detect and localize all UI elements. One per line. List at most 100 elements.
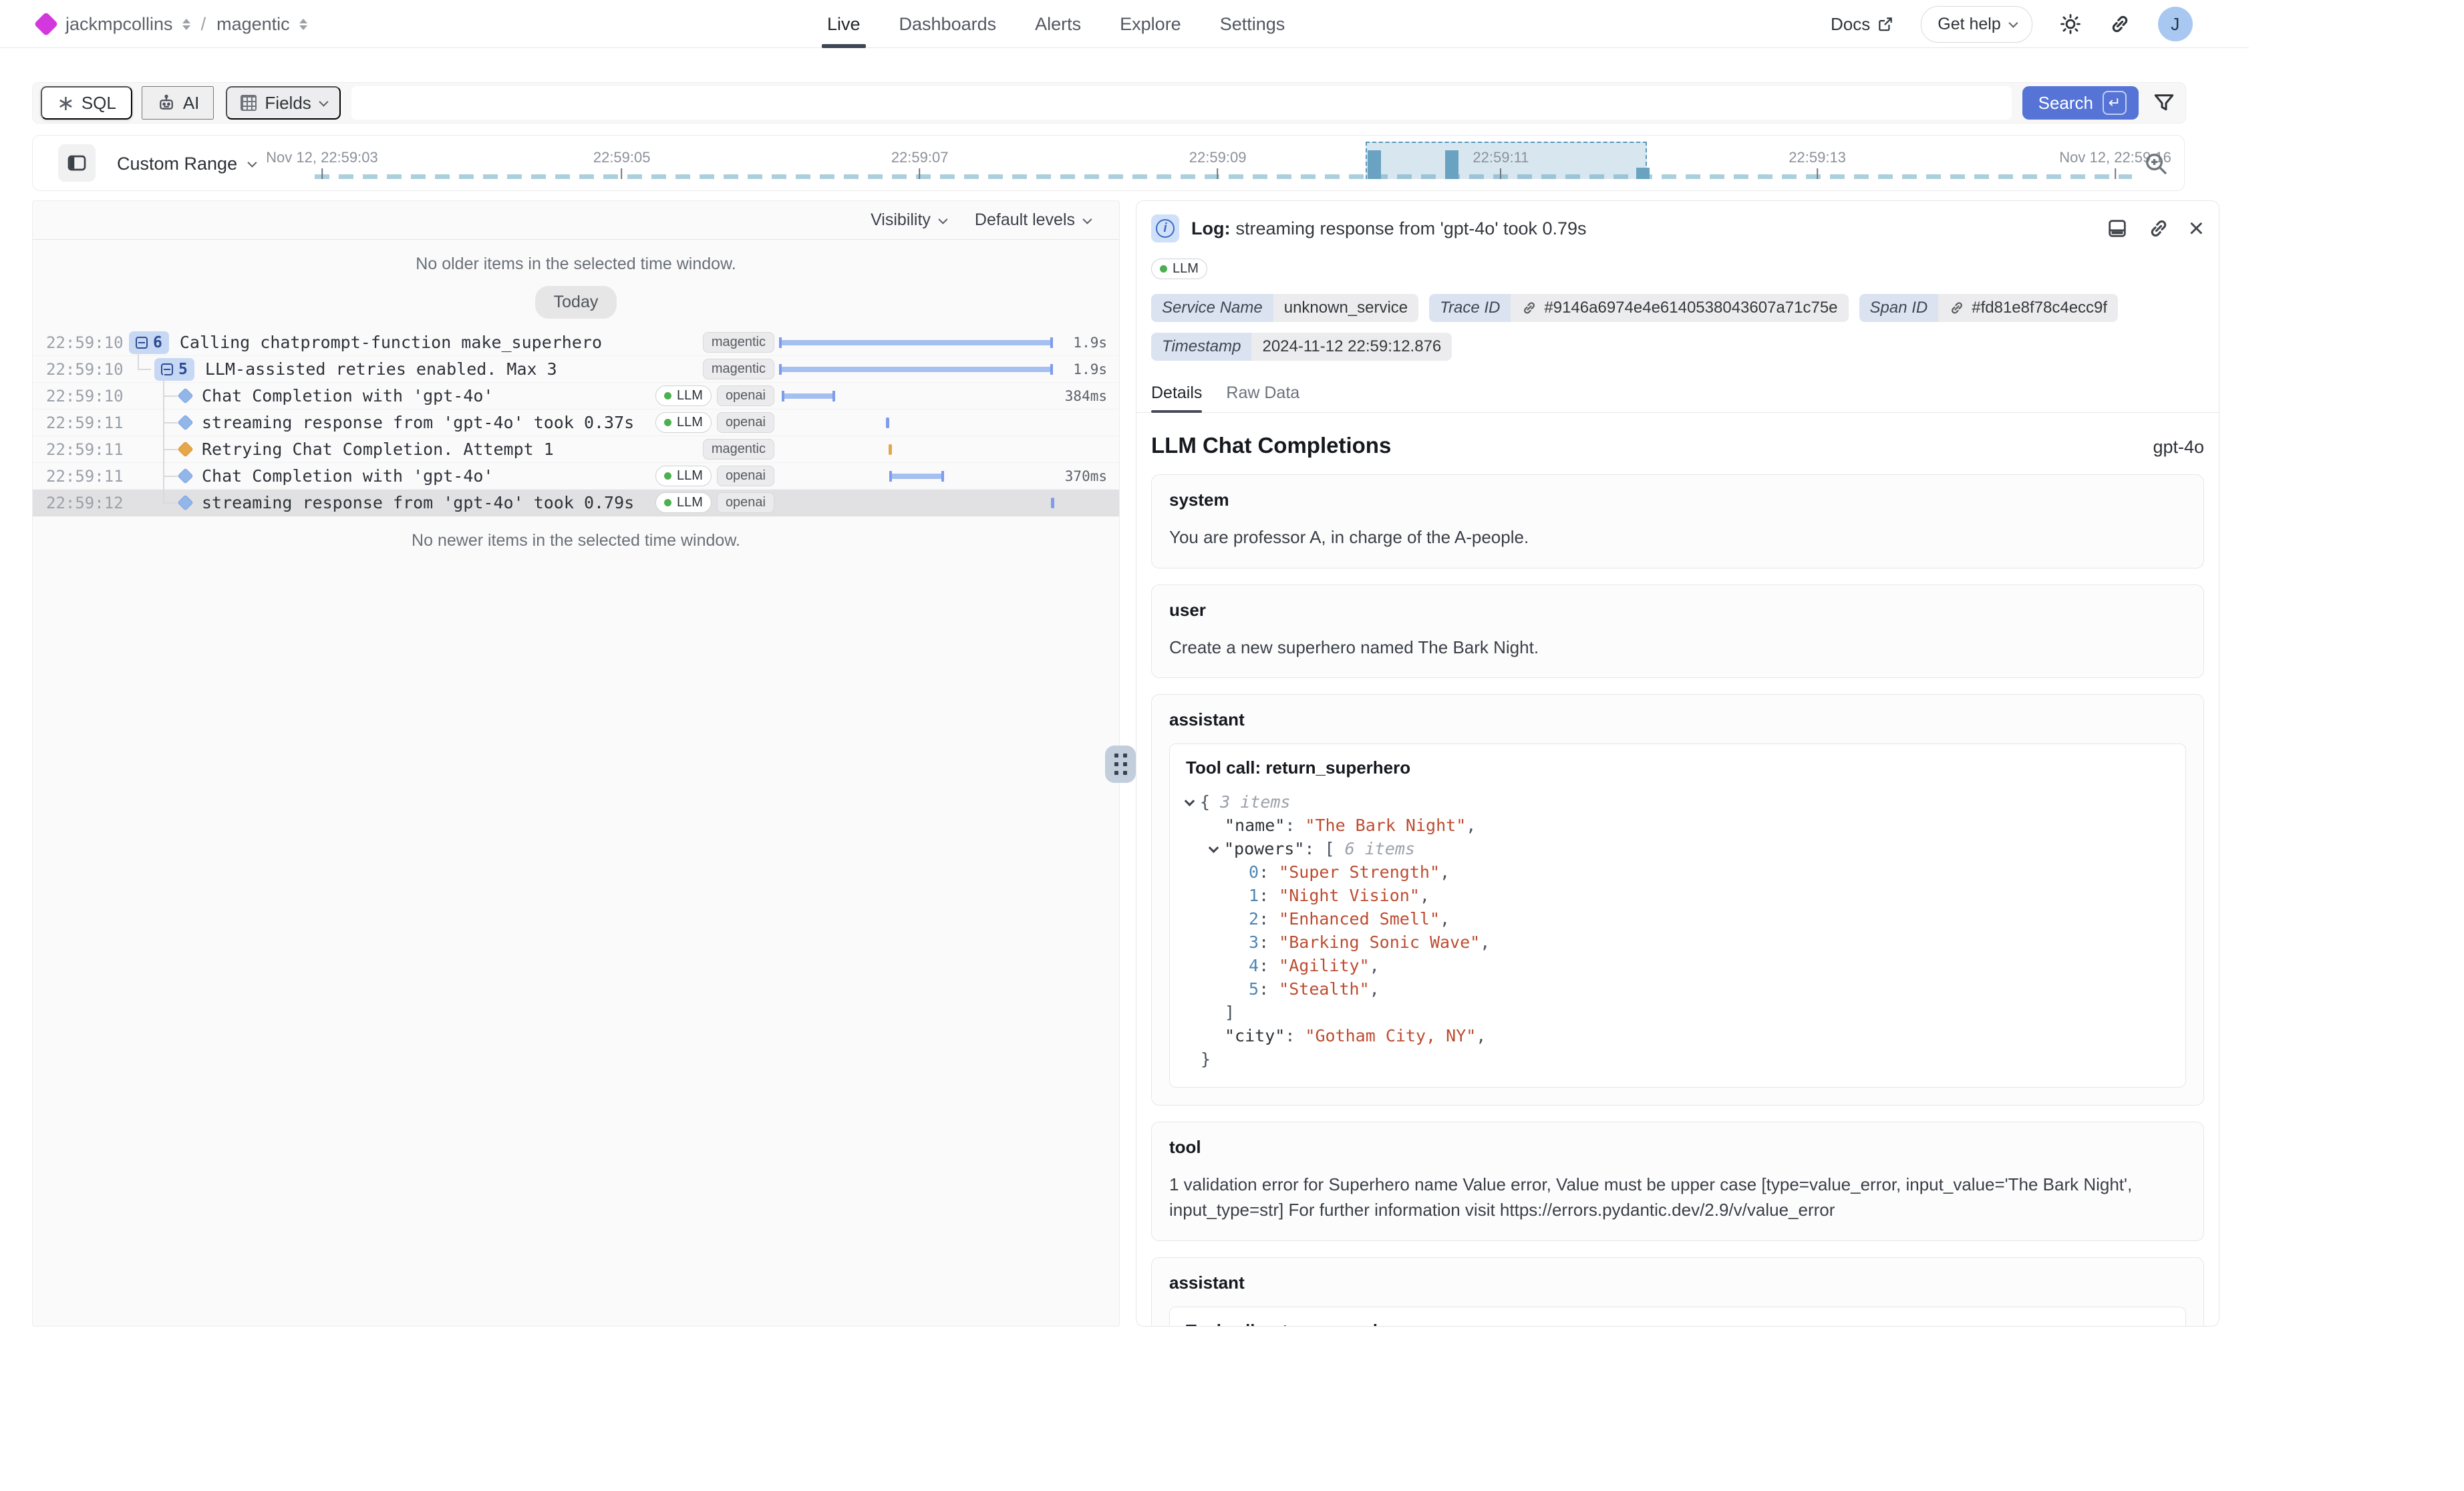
span-id-field: Span ID #fd81e8f78c4ecc9f — [1859, 294, 2119, 322]
no-newer-items-note: No newer items in the selected time wind… — [33, 531, 1119, 550]
duration-bar — [780, 340, 1052, 345]
sidebar-toggle-icon — [66, 152, 88, 174]
search-button[interactable]: Search ↵ — [2022, 86, 2139, 120]
collapse-chevron-icon[interactable] — [1209, 843, 1219, 854]
warning-diamond-icon — [177, 441, 193, 457]
log-time: 22:59:10 — [46, 360, 121, 379]
duration-label: 370ms — [1055, 468, 1119, 484]
span-diamond-icon — [177, 468, 193, 484]
log-message: streaming response from 'gpt-4o' took 0.… — [202, 413, 655, 432]
docs-link[interactable]: Docs — [1831, 14, 1894, 35]
sort-arrows-icon[interactable] — [299, 19, 307, 30]
share-link-button[interactable] — [2109, 13, 2131, 35]
log-tags: LLMopenai — [655, 492, 774, 513]
timeline-tick: 22:59:09 — [1189, 149, 1247, 179]
today-button[interactable]: Today — [535, 286, 617, 319]
log-message: Chat Completion with 'gpt-4o' — [202, 466, 655, 486]
log-time: 22:59:12 — [46, 494, 121, 512]
magnifier-plus-icon — [2143, 150, 2169, 177]
app-root: jackmpcollins / magentic Live Dashboards… — [0, 0, 2464, 1491]
field-label: Trace ID — [1429, 294, 1511, 322]
zoom-in-button[interactable] — [2143, 150, 2169, 177]
child-count: 5 — [178, 361, 188, 378]
visibility-dropdown[interactable]: Visibility — [871, 210, 945, 230]
log-row[interactable]: 22:59:106Calling chatprompt-function mak… — [33, 329, 1119, 356]
llm-tag-label: LLM — [1173, 261, 1199, 277]
collapse-badge[interactable]: 5 — [154, 358, 194, 381]
time-range-label: Custom Range — [117, 154, 237, 174]
field-value[interactable]: #fd81e8f78c4ecc9f — [1938, 294, 2118, 322]
json-line: { 3 items — [1186, 790, 2169, 814]
filter-button[interactable] — [2152, 91, 2176, 115]
section-header: LLM Chat Completions gpt-4o — [1151, 433, 2204, 458]
chevron-down-icon — [1082, 214, 1092, 224]
tree-connector — [163, 395, 178, 397]
detail-tabs: Details Raw Data — [1136, 383, 2219, 413]
json-line: 5: "Stealth", — [1186, 977, 2169, 1001]
tool-call-title: Tool call: return_superhero — [1186, 1321, 2169, 1327]
org-switcher[interactable]: jackmpcollins — [65, 14, 190, 35]
message-text: You are professor A, in charge of the A-… — [1169, 525, 2186, 550]
timeline-track[interactable]: Nov 12, 22:59:0322:59:0522:59:0722:59:09… — [281, 136, 2132, 192]
log-tags: LLMopenai — [655, 412, 774, 433]
avatar[interactable]: J — [2158, 7, 2193, 41]
tool-call-card: Tool call: return_superhero { 3 items"na… — [1169, 1307, 2186, 1327]
theme-toggle-button[interactable] — [2059, 13, 2082, 35]
levels-label: Default levels — [975, 210, 1075, 230]
green-dot-icon — [664, 499, 671, 506]
service-name-field: Service Name unknown_service — [1151, 294, 1418, 322]
log-row[interactable]: 22:59:11streaming response from 'gpt-4o'… — [33, 409, 1119, 436]
log-row[interactable]: 22:59:105LLM-assisted retries enabled. M… — [33, 356, 1119, 383]
copy-link-button[interactable] — [2147, 217, 2170, 240]
log-list-panel: Visibility Default levels No older items… — [32, 200, 1120, 1327]
field-value[interactable]: #9146a6974e4e6140538043607a71c75e — [1511, 294, 1848, 322]
tab-explore[interactable]: Explore — [1120, 0, 1181, 48]
log-row[interactable]: 22:59:11Retrying Chat Completion. Attemp… — [33, 436, 1119, 463]
tag-pill: openai — [717, 412, 774, 433]
json-line: 3: "Barking Sonic Wave", — [1186, 931, 2169, 954]
time-range-dropdown[interactable]: Custom Range — [117, 136, 255, 192]
levels-dropdown[interactable]: Default levels — [975, 210, 1090, 230]
log-row[interactable]: 22:59:12streaming response from 'gpt-4o'… — [33, 490, 1119, 516]
timestamp-field: Timestamp 2024-11-12 22:59:12.876 — [1151, 333, 1452, 361]
get-help-label: Get help — [1938, 15, 2001, 34]
project-switcher[interactable]: magentic — [216, 14, 307, 35]
chevron-down-icon — [247, 158, 257, 168]
tag-pill: magentic — [703, 439, 774, 460]
ai-mode-button[interactable]: AI — [142, 86, 214, 120]
sql-mode-button[interactable]: ∗ SQL — [41, 86, 132, 120]
main-nav: Live Dashboards Alerts Explore Settings — [827, 0, 1285, 48]
span-id-value: #fd81e8f78c4ecc9f — [1972, 299, 2107, 317]
duration-tick — [886, 418, 889, 428]
tab-raw-data[interactable]: Raw Data — [1226, 383, 1299, 412]
log-row[interactable]: 22:59:11Chat Completion with 'gpt-4o'LLM… — [33, 463, 1119, 490]
collapse-badge[interactable]: 6 — [129, 331, 169, 354]
tab-alerts[interactable]: Alerts — [1035, 0, 1081, 48]
span-diamond-icon — [177, 414, 193, 430]
tab-details[interactable]: Details — [1151, 383, 1202, 412]
collapse-sidebar-button[interactable] — [58, 144, 96, 182]
log-row[interactable]: 22:59:10Chat Completion with 'gpt-4o'LLM… — [33, 383, 1119, 409]
close-panel-button[interactable]: × — [2189, 215, 2204, 242]
message-role: assistant — [1169, 709, 2186, 730]
log-title-text: streaming response from 'gpt-4o' took 0.… — [1235, 218, 1586, 238]
tab-dashboards[interactable]: Dashboards — [899, 0, 997, 48]
collapse-chevron-icon[interactable] — [1185, 796, 1195, 807]
json-line: 1: "Night Vision", — [1186, 884, 2169, 907]
get-help-button[interactable]: Get help — [1921, 6, 2032, 43]
query-input[interactable] — [351, 86, 2012, 120]
sort-arrows-icon[interactable] — [182, 19, 190, 30]
tab-live[interactable]: Live — [827, 0, 861, 48]
panel-resize-handle[interactable] — [1105, 746, 1136, 783]
link-icon — [2147, 217, 2170, 240]
sun-icon — [2059, 13, 2082, 35]
dock-panel-button[interactable] — [2106, 217, 2129, 240]
duration-label: 384ms — [1055, 388, 1119, 404]
timeline-tick: 22:59:11 — [1473, 149, 1529, 179]
tab-settings[interactable]: Settings — [1220, 0, 1285, 48]
ai-label: AI — [183, 93, 200, 114]
json-line: } — [1186, 1047, 2169, 1071]
fields-dropdown-button[interactable]: Fields — [226, 86, 340, 120]
log-message: Retrying Chat Completion. Attempt 1 — [202, 440, 703, 459]
json-line: "name": "The Bark Night", — [1186, 814, 2169, 837]
